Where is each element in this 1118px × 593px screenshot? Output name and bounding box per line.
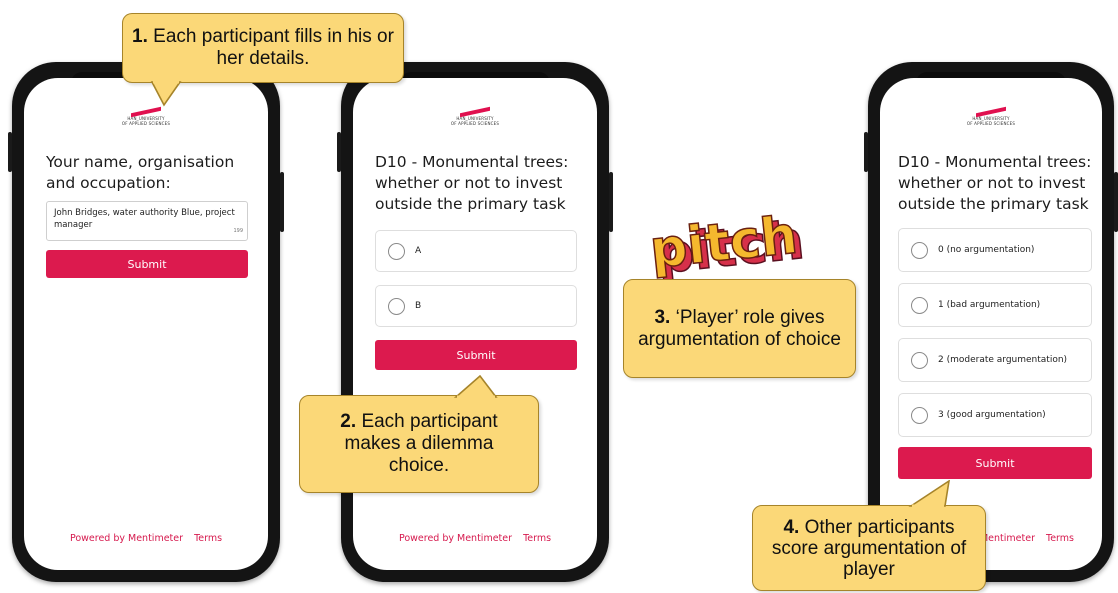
radio-button-icon[interactable] xyxy=(911,241,928,259)
radio-button-icon[interactable] xyxy=(911,296,928,314)
phone-1: HAN_UNIVERSITY OF APPLIED SCIENCES Your … xyxy=(8,62,284,582)
phone-screen: HAN_UNIVERSITY OF APPLIED SCIENCES D10 -… xyxy=(353,78,597,570)
option-label: A xyxy=(415,246,422,256)
option-label: 1 (bad argumentation) xyxy=(938,300,1041,310)
callout-3-text: 3. ‘Player’ role gives argumentation of … xyxy=(638,307,841,351)
callout-4-text: 4. Other participants score argumentatio… xyxy=(765,517,973,580)
submit-button[interactable]: Submit xyxy=(46,250,248,278)
callout-body: Other participants score argumentation o… xyxy=(771,516,967,580)
character-counter: 199 xyxy=(233,228,243,234)
option-1[interactable]: 1 (bad argumentation) xyxy=(898,283,1092,327)
callout-number: 3. xyxy=(654,306,671,328)
question-title: D10 - Monumental trees: whether or not t… xyxy=(898,153,1092,213)
option-label: 3 (good argumentation) xyxy=(938,410,1046,420)
footer: Powered by Mentimeter Terms xyxy=(24,533,268,544)
question-title: Your name, organisation and occupation: xyxy=(46,153,235,192)
powered-by-link[interactable]: Powered by Mentimeter xyxy=(70,533,183,544)
university-logo: HAN_UNIVERSITY OF APPLIED SCIENCES xyxy=(961,106,1021,126)
submit-button[interactable]: Submit xyxy=(375,340,577,370)
radio-button-icon[interactable] xyxy=(388,297,405,315)
callout-1-text: 1. Each participant fills in his or her … xyxy=(123,26,403,70)
option-0[interactable]: 0 (no argumentation) xyxy=(898,228,1092,272)
callout-body: Each participant fills in his or her det… xyxy=(153,26,394,69)
option-label: 2 (moderate argumentation) xyxy=(938,355,1068,365)
radio-button-icon[interactable] xyxy=(911,351,928,369)
callout-2: 2. Each participant makes a dilemma choi… xyxy=(299,395,539,493)
submit-button[interactable]: Submit xyxy=(898,447,1092,479)
option-label: B xyxy=(415,301,422,311)
question-title: D10 - Monumental trees: whether or not t… xyxy=(375,153,569,213)
powered-by-link[interactable]: Powered by Mentimeter xyxy=(399,533,512,544)
pitch-logo: pitch pitch xyxy=(648,208,808,280)
university-logo: HAN_UNIVERSITY OF APPLIED SCIENCES xyxy=(116,106,176,126)
phone-2: HAN_UNIVERSITY OF APPLIED SCIENCES D10 -… xyxy=(337,62,613,582)
radio-button-icon[interactable] xyxy=(388,242,405,260)
radio-button-icon[interactable] xyxy=(911,406,928,424)
callout-2-text: 2. Each participant makes a dilemma choi… xyxy=(322,411,516,477)
callout-number: 2. xyxy=(340,411,357,432)
callout-number: 4. xyxy=(783,516,800,538)
terms-link[interactable]: Terms xyxy=(194,533,222,544)
callout-3: 3. ‘Player’ role gives argumentation of … xyxy=(623,279,856,378)
university-logo: HAN_UNIVERSITY OF APPLIED SCIENCES xyxy=(445,106,505,126)
details-input[interactable]: John Bridges, water authority Blue, proj… xyxy=(46,201,248,241)
powered-by-link[interactable]: Mentimeter xyxy=(980,533,1035,544)
callout-4: 4. Other participants score argumentatio… xyxy=(752,505,986,591)
terms-link[interactable]: Terms xyxy=(523,533,551,544)
details-input-value: John Bridges, water authority Blue, proj… xyxy=(54,208,235,230)
option-label: 0 (no argumentation) xyxy=(938,245,1035,255)
option-a[interactable]: A xyxy=(375,230,577,272)
footer: Powered by Mentimeter Terms xyxy=(353,533,597,544)
callout-4-pointer xyxy=(908,480,950,507)
option-2[interactable]: 2 (moderate argumentation) xyxy=(898,338,1092,382)
terms-link[interactable]: Terms xyxy=(1046,533,1074,544)
callout-2-pointer xyxy=(453,375,498,398)
callout-number: 1. xyxy=(132,26,148,47)
phone-screen: HAN_UNIVERSITY OF APPLIED SCIENCES Your … xyxy=(24,78,268,570)
option-b[interactable]: B xyxy=(375,285,577,327)
callout-1: 1. Each participant fills in his or her … xyxy=(122,13,404,83)
option-3[interactable]: 3 (good argumentation) xyxy=(898,393,1092,437)
callout-body: Each participant makes a dilemma choice. xyxy=(344,411,498,476)
callout-1-pointer xyxy=(150,81,182,107)
